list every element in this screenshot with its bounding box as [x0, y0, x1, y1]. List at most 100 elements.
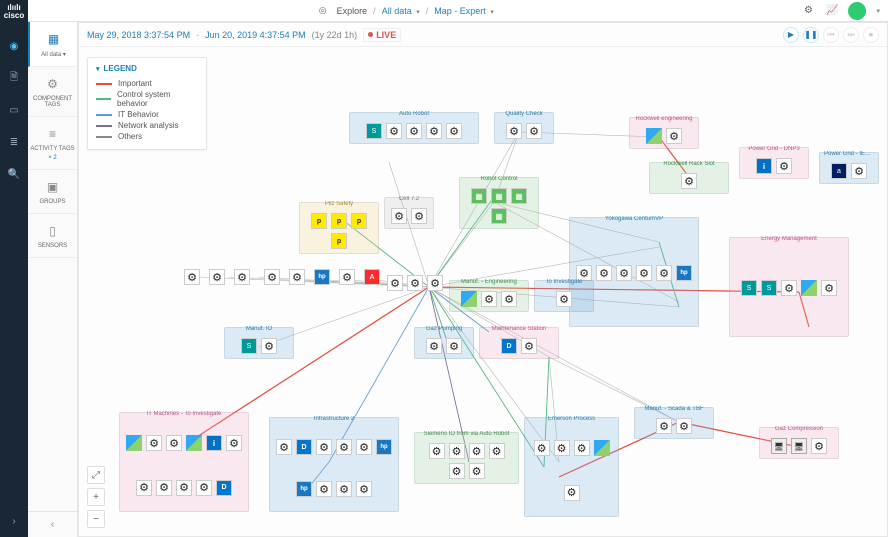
breadcrumb: ◎ Explore / All data ▾ / Map - Expert ▾ — [315, 3, 494, 19]
time-duration: (1y 22d 1h) — [312, 30, 358, 40]
play-button[interactable]: ▶ — [783, 27, 799, 43]
group-siemens-io[interactable]: Siemens IO from via Auto Robot — [414, 432, 519, 484]
legend-row: Important — [96, 79, 198, 88]
group-auto-robot[interactable]: Auto Robot — [349, 112, 479, 144]
rail-search-icon[interactable]: 🔍 — [4, 164, 24, 184]
legend-swatch — [96, 83, 112, 85]
loose-node[interactable] — [364, 269, 380, 285]
compass-icon: ◎ — [315, 3, 331, 19]
legend-label: IT Behavior — [118, 110, 159, 119]
skip-fwd-button[interactable]: ⏭ — [843, 27, 859, 43]
loose-node[interactable] — [339, 269, 355, 285]
group-robot-ctrl[interactable]: Robot Control — [459, 177, 539, 229]
top-bar: ◎ Explore / All data ▾ / Map - Expert ▾ … — [0, 0, 888, 22]
group-power-iec[interactable]: Power Grid - IEC 104 — [819, 152, 879, 184]
group-maint[interactable]: Maintenance Station — [479, 327, 559, 359]
rail-doc-icon[interactable]: 🗎 — [4, 68, 24, 88]
rail-expand-icon[interactable]: › — [4, 511, 24, 531]
legend-label: Network analysis — [118, 121, 178, 130]
nav-rail: ılıılıcisco ◉ 🗎 ▭ ≣ 🔍 › — [0, 0, 28, 537]
group-investigate[interactable]: To Investigate — [534, 280, 594, 312]
rail-dashboard-icon[interactable]: ◉ — [4, 36, 24, 56]
groups-icon: ▣ — [44, 178, 62, 196]
playback-controls: ▶ ❚❚ ⏮ ⏭ ⏹ — [783, 27, 879, 43]
explore-label: Explore — [337, 6, 368, 16]
avatar[interactable] — [848, 2, 866, 20]
main-area: May 29, 2018 3:37:54 PM - Jun 20, 2019 4… — [78, 22, 888, 537]
chart-icon[interactable]: 📈 — [824, 3, 840, 19]
legend-row: Others — [96, 132, 198, 141]
zoom-out-button[interactable]: − — [87, 510, 105, 528]
sidebar-badge: × 2 — [48, 155, 57, 161]
group-pilz[interactable]: Pilz Safety — [299, 202, 379, 254]
activity-icon: ≡ — [44, 125, 62, 143]
sensor-icon: ▯ — [44, 222, 62, 240]
rail-layers-icon[interactable]: ≣ — [4, 132, 24, 152]
group-manuf-eng[interactable]: Manuf. - Engineering — [449, 280, 529, 312]
sidebar-label: ACTIVITY TAGS — [30, 146, 74, 152]
group-manuf-scada[interactable]: Manuf. - Scada & TBF — [634, 407, 714, 439]
sidebar-sensors[interactable]: ▯ SENSORS — [28, 214, 77, 258]
legend-swatch — [96, 98, 111, 100]
group-manuf-io[interactable]: Manuf. IO — [224, 327, 294, 359]
sidebar-label: All data ▾ — [41, 51, 66, 58]
gear-icon: ⚙ — [44, 75, 62, 93]
grid-icon: ▦ — [45, 30, 63, 48]
loose-node[interactable] — [209, 269, 225, 285]
time-end[interactable]: Jun 20, 2019 4:37:54 PM — [205, 30, 306, 40]
zoom-controls: ⤢ + − — [87, 466, 105, 528]
loose-node[interactable] — [314, 269, 330, 285]
sidebar-activity-tags[interactable]: ≡ ACTIVITY TAGS × 2 — [28, 117, 77, 170]
group-it-machines[interactable]: IT Machines - To Investigate — [119, 412, 249, 512]
sidebar-groups[interactable]: ▣ GROUPS — [28, 170, 77, 214]
skip-back-button[interactable]: ⏮ — [823, 27, 839, 43]
sidebar: ▦ All data ▾ ⚙ COMPONENT TAGS ≡ ACTIVITY… — [28, 22, 78, 537]
group-rockwell-eng[interactable]: Rockwell engineering — [629, 117, 699, 149]
group-rockwell-rack[interactable]: Rockwell Rack Slot — [649, 162, 729, 194]
sidebar-component-tags[interactable]: ⚙ COMPONENT TAGS — [28, 67, 77, 117]
loose-node[interactable] — [427, 275, 443, 291]
group-gaz-comp[interactable]: Gaz Compression — [759, 427, 839, 459]
group-quality[interactable]: Quality Check — [494, 112, 554, 144]
sidebar-all-data[interactable]: ▦ All data ▾ — [28, 22, 77, 67]
pause-button[interactable]: ❚❚ — [803, 27, 819, 43]
group-energy[interactable]: Energy Management — [729, 237, 849, 337]
legend-row: Network analysis — [96, 121, 198, 130]
end-button[interactable]: ⏹ — [863, 27, 879, 43]
sidebar-label: GROUPS — [39, 199, 65, 205]
legend-label: Important — [118, 79, 152, 88]
crumb-all-data[interactable]: All data ▾ — [382, 6, 420, 16]
group-infra[interactable]: Infrastructure 2 — [269, 417, 399, 512]
zoom-in-button[interactable]: + — [87, 488, 105, 506]
group-power-dnp[interactable]: Power Grid - DNP3 — [739, 147, 809, 179]
settings-icon[interactable]: ⚙ — [800, 3, 816, 19]
crumb-map-mode[interactable]: Map - Expert ▾ — [434, 6, 494, 16]
loose-node[interactable] — [407, 275, 423, 291]
legend-swatch — [96, 136, 112, 138]
sidebar-label: SENSORS — [38, 243, 67, 249]
legend-swatch — [96, 125, 112, 127]
legend-label: Others — [118, 132, 142, 141]
loose-node[interactable] — [264, 269, 280, 285]
legend-label: Control system behavior — [117, 90, 198, 108]
loose-node[interactable] — [387, 275, 403, 291]
sidebar-label: COMPONENT TAGS — [30, 96, 75, 108]
loose-node[interactable] — [234, 269, 250, 285]
group-cell[interactable]: Cell 7.2 — [384, 197, 434, 229]
avatar-caret[interactable]: ▾ — [876, 7, 880, 15]
live-indicator[interactable]: LIVE — [363, 28, 401, 42]
legend-row: Control system behavior — [96, 90, 198, 108]
legend-panel: ▾LEGEND Important Control system behavior… — [87, 57, 207, 150]
loose-node[interactable] — [289, 269, 305, 285]
loose-node[interactable] — [184, 269, 200, 285]
group-gaz-pump[interactable]: Gaz Pumping — [414, 327, 474, 359]
zoom-fit-button[interactable]: ⤢ — [87, 466, 105, 484]
legend-title[interactable]: ▾LEGEND — [96, 64, 198, 73]
sidebar-collapse[interactable]: ‹ — [28, 511, 77, 537]
time-start[interactable]: May 29, 2018 3:37:54 PM — [87, 30, 190, 40]
brand-logo: ılıılıcisco — [4, 4, 24, 20]
time-bar: May 29, 2018 3:37:54 PM - Jun 20, 2019 4… — [79, 23, 887, 47]
rail-archive-icon[interactable]: ▭ — [4, 100, 24, 120]
group-emerson[interactable]: Emerson Process — [524, 417, 619, 517]
legend-swatch — [96, 114, 112, 116]
